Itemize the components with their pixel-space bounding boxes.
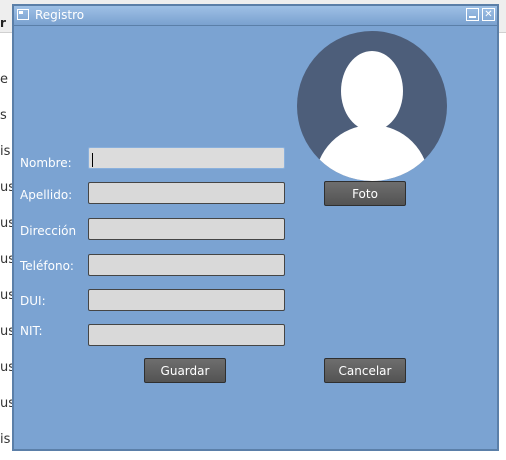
avatar-head	[341, 51, 403, 131]
avatar-body	[315, 125, 429, 181]
title-bar[interactable]: Registro ✕	[14, 6, 497, 26]
direccion-label: Dirección	[20, 224, 77, 238]
dui-field[interactable]	[88, 289, 285, 311]
foto-button[interactable]: Foto	[324, 181, 406, 206]
user-silhouette-icon	[297, 31, 447, 181]
guardar-button[interactable]: Guardar	[144, 358, 226, 383]
background-text-fragment: is	[0, 432, 11, 447]
apellido-label: Apellido:	[20, 188, 73, 202]
apellido-field[interactable]	[88, 182, 285, 204]
minimize-icon	[469, 16, 476, 18]
registro-dialog: Registro ✕ Nombre: Apellido: Dirección T…	[12, 4, 499, 451]
nombre-field[interactable]	[88, 147, 285, 169]
telefono-label: Teléfono:	[20, 259, 74, 273]
background-text-fragment: is	[0, 144, 11, 159]
close-icon: ✕	[484, 9, 493, 20]
nit-field[interactable]	[88, 324, 285, 346]
telefono-field[interactable]	[88, 254, 285, 276]
direccion-field[interactable]	[88, 218, 285, 240]
text-caret	[92, 153, 93, 167]
dui-label: DUI:	[20, 294, 46, 308]
window-title: Registro	[35, 8, 85, 22]
nombre-label: Nombre:	[20, 156, 72, 170]
close-button[interactable]: ✕	[482, 8, 495, 21]
background-text-fragment: e	[0, 72, 8, 87]
cancelar-button[interactable]: Cancelar	[324, 358, 406, 383]
background-app-header-text: r	[0, 16, 6, 30]
minimize-button[interactable]	[466, 8, 479, 21]
nit-label: NIT:	[20, 324, 43, 338]
background-text-fragment: s	[0, 108, 7, 123]
window-app-icon	[17, 9, 29, 20]
